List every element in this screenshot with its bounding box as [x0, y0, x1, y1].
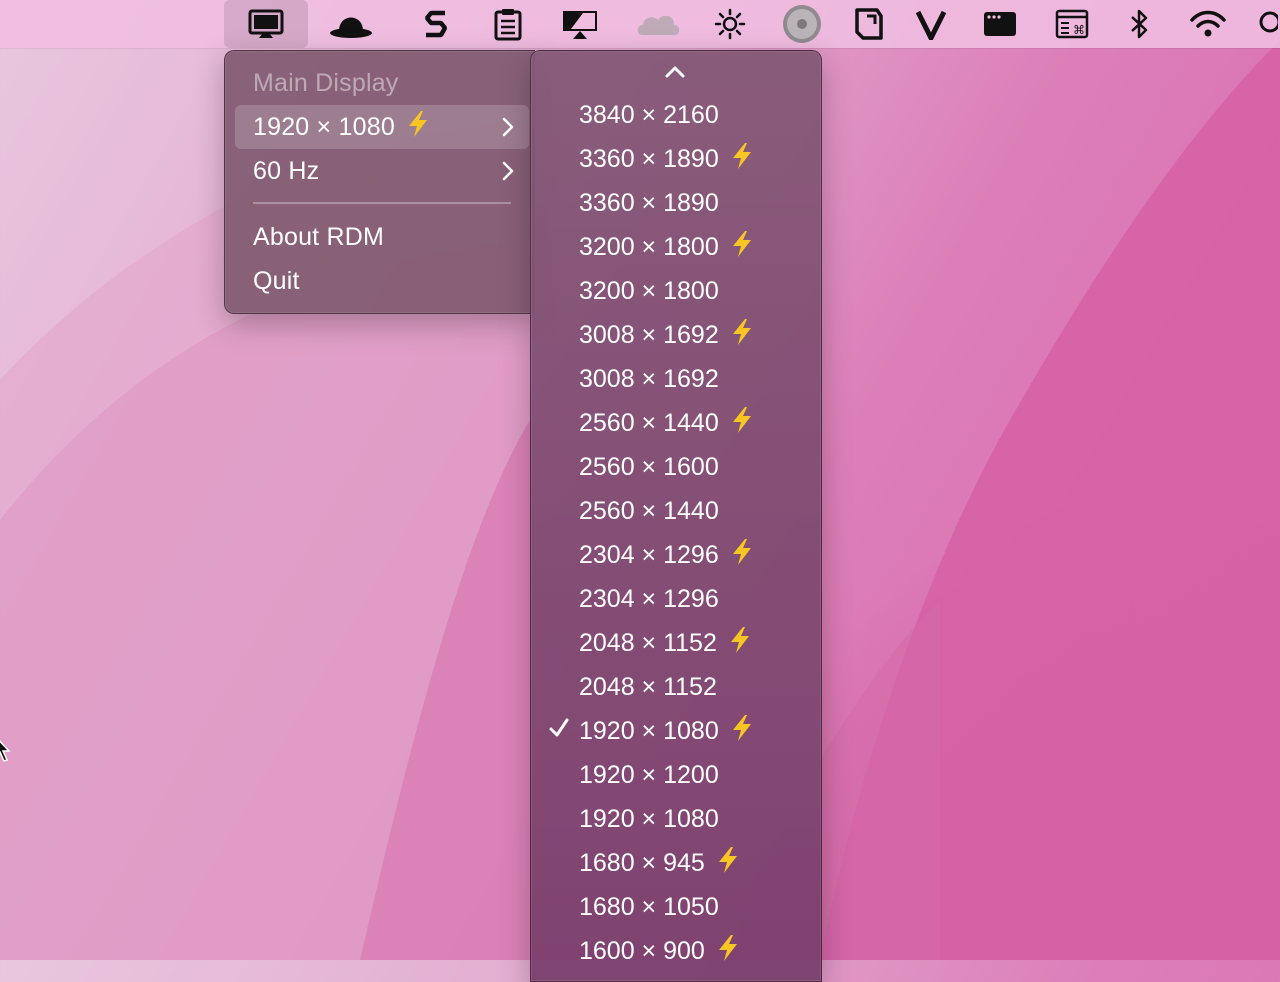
airplay-display-icon[interactable] [552, 0, 608, 48]
resolution-item[interactable]: 2304 × 1296 [531, 577, 821, 621]
resolution-item[interactable]: 3360 × 1890 [531, 137, 821, 181]
resolution-label: 2560 × 1440 [579, 408, 719, 437]
svg-text:⌘: ⌘ [1073, 23, 1085, 37]
menu-item-about[interactable]: About RDM [235, 215, 529, 259]
menu-item-resolution-label: 1920 × 1080 [253, 112, 395, 141]
lightning-icon [729, 714, 755, 749]
resolution-label: 2048 × 1152 [579, 672, 717, 701]
brightness-icon[interactable] [702, 0, 758, 48]
resolution-item[interactable]: 3008 × 1692 [531, 357, 821, 401]
tag-icon[interactable] [841, 0, 897, 48]
resolution-label-group: 2560 × 1440 [579, 406, 755, 441]
resolution-item[interactable]: 1600 × 900 [531, 929, 821, 973]
rdm-display-icon[interactable] [224, 0, 308, 48]
menu-bar: ⌘ [0, 0, 1280, 48]
resolution-label-group: 1680 × 945 [579, 846, 741, 881]
cloud-icon[interactable] [630, 0, 686, 48]
menu-item-about-label: About RDM [253, 222, 385, 251]
menu-item-refresh-rate[interactable]: 60 Hz [235, 149, 529, 193]
resolution-label: 3360 × 1890 [579, 144, 719, 173]
clipboard-icon[interactable] [480, 0, 536, 48]
resolution-label-group: 3200 × 1800 [579, 230, 755, 265]
disk-icon[interactable] [774, 0, 830, 48]
resolution-item[interactable]: 2560 × 1440 [531, 489, 821, 533]
resolution-label: 1920 × 1200 [579, 760, 719, 789]
window-icon[interactable] [972, 0, 1028, 48]
resolution-item[interactable]: 3008 × 1692 [531, 313, 821, 357]
resolution-item[interactable]: 2304 × 1296 [531, 533, 821, 577]
resolution-label-group: 3360 × 1890 [579, 142, 755, 177]
scroll-up-arrow-icon[interactable] [663, 63, 687, 84]
resolution-item[interactable]: 1680 × 945 [531, 841, 821, 885]
lightning-icon [729, 230, 755, 265]
resolution-label: 2560 × 1440 [579, 496, 719, 525]
resolution-item[interactable]: 1680 × 1050 [531, 885, 821, 929]
resolution-item[interactable]: 1920 × 1080 [531, 709, 821, 753]
resolution-submenu: 3840 × 2160 3360 × 1890 3360 × 1890 3200 × … [530, 50, 822, 982]
checkmark-icon [547, 717, 571, 746]
lightning-icon [729, 406, 755, 441]
resolution-label: 3840 × 2160 [579, 100, 719, 129]
chevron-right-icon [501, 116, 515, 145]
resolution-label: 1920 × 1080 [579, 716, 719, 745]
menu-item-resolution[interactable]: 1920 × 1080 [235, 105, 529, 149]
wifi-icon[interactable] [1180, 0, 1236, 48]
menu-item-refresh-label: 60 Hz [253, 156, 320, 185]
lightning-icon [405, 110, 431, 145]
menu-separator [253, 202, 511, 204]
s-logo-icon[interactable] [408, 0, 464, 48]
resolution-label: 1680 × 1050 [579, 892, 719, 921]
lightning-icon [715, 846, 741, 881]
menu-item-quit[interactable]: Quit [235, 259, 529, 303]
resolution-label-group: 3008 × 1692 [579, 318, 755, 353]
mouse-pointer-icon [0, 735, 11, 768]
menu-item-quit-label: Quit [253, 266, 300, 295]
resolution-label: 1920 × 1080 [579, 804, 719, 833]
bluetooth-icon[interactable] [1111, 0, 1167, 48]
resolution-item[interactable]: 3200 × 1800 [531, 269, 821, 313]
resolution-item[interactable]: 2560 × 1600 [531, 445, 821, 489]
lightning-icon [727, 626, 753, 661]
v-logo-icon[interactable] [903, 0, 959, 48]
lightning-icon [729, 142, 755, 177]
resolution-label: 1680 × 945 [579, 848, 705, 877]
resolution-label-group: 1600 × 900 [579, 934, 741, 969]
resolution-item[interactable]: 3200 × 1800 [531, 225, 821, 269]
resolution-label-group: 1920 × 1080 [579, 714, 755, 749]
resolution-item[interactable]: 2048 × 1152 [531, 621, 821, 665]
resolution-label-group: 2304 × 1296 [579, 538, 755, 573]
shortcut-window-icon[interactable]: ⌘ [1044, 0, 1100, 48]
lightning-icon [729, 538, 755, 573]
resolution-label: 2304 × 1296 [579, 584, 719, 613]
resolution-item[interactable]: 2560 × 1440 [531, 401, 821, 445]
resolution-label-group: 2048 × 1152 [579, 626, 753, 661]
resolution-item[interactable]: 3360 × 1890 [531, 181, 821, 225]
bowler-hat-icon[interactable] [323, 0, 379, 48]
resolution-label: 3008 × 1692 [579, 364, 719, 393]
resolution-label: 2048 × 1152 [579, 628, 717, 657]
chevron-right-icon [501, 160, 515, 189]
menu-header-label: Main Display [253, 68, 399, 97]
resolution-label: 3360 × 1890 [579, 188, 719, 217]
lightning-icon [729, 318, 755, 353]
resolution-item[interactable]: 1920 × 1080 [531, 797, 821, 841]
menu-header-main-display: Main Display [235, 61, 529, 105]
search-icon[interactable] [1248, 0, 1280, 48]
resolution-label: 1600 × 900 [579, 936, 705, 965]
resolution-item[interactable]: 1920 × 1200 [531, 753, 821, 797]
resolution-label: 3008 × 1692 [579, 320, 719, 349]
lightning-icon [715, 934, 741, 969]
resolution-item[interactable]: 3840 × 2160 [531, 93, 821, 137]
resolution-label: 2560 × 1600 [579, 452, 719, 481]
resolution-item[interactable]: 2048 × 1152 [531, 665, 821, 709]
resolution-label: 3200 × 1800 [579, 232, 719, 261]
resolution-label: 3200 × 1800 [579, 276, 719, 305]
display-menu: Main Display 1920 × 1080 60 Hz About RDM… [224, 50, 535, 314]
resolution-label: 2304 × 1296 [579, 540, 719, 569]
